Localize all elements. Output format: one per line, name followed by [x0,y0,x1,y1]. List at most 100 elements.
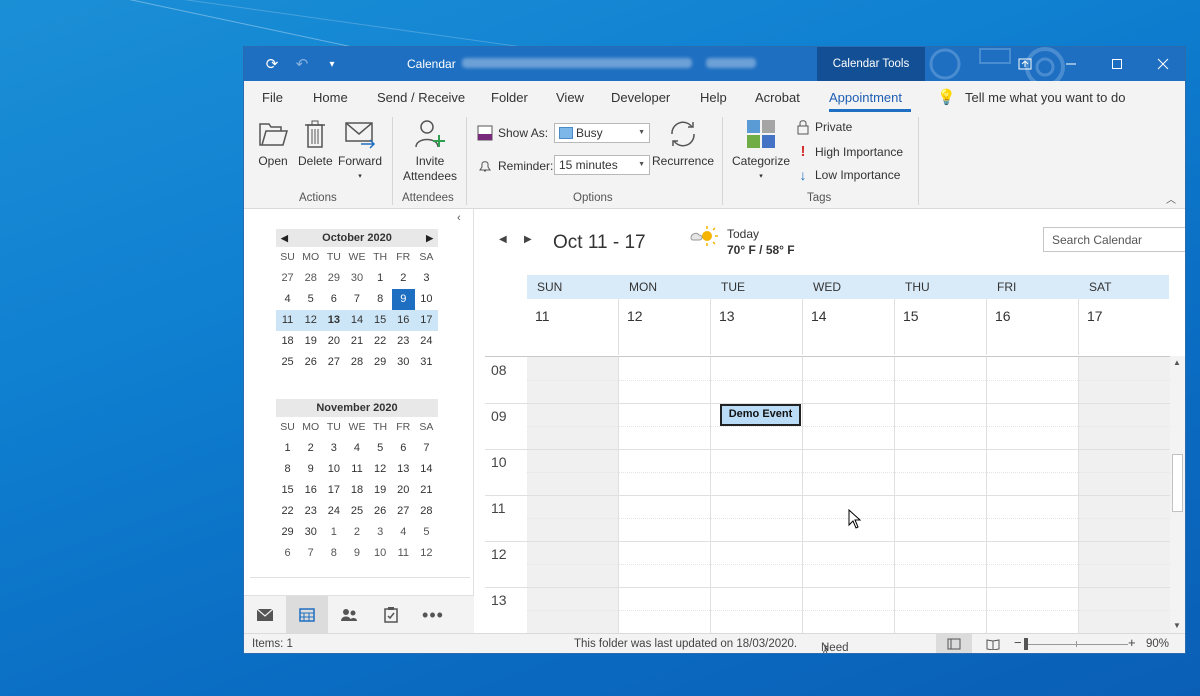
mini-calendar-day[interactable]: 11 [276,310,299,331]
mini-calendar-day[interactable]: 4 [345,438,368,459]
close-button[interactable] [1140,47,1185,81]
tasks-module-button[interactable] [370,596,412,634]
tab-help[interactable]: Help [700,90,727,105]
low-importance-toggle[interactable]: ↓ Low Importance [796,167,901,183]
normal-view-button[interactable] [936,634,972,653]
mini-calendar-day[interactable]: 2 [299,438,322,459]
mini-calendar-day[interactable]: 19 [369,480,392,501]
zoom-slider-thumb[interactable] [1024,638,1028,650]
mini-calendar-day[interactable]: 9 [345,543,368,564]
mini-calendar-day[interactable]: 15 [369,310,392,331]
tell-me-search[interactable]: Tell me what you want to do [965,90,1125,105]
show-as-select[interactable]: Busy ▼ [554,123,650,143]
mini-calendar-day[interactable]: 17 [322,480,345,501]
day-number-cell[interactable]: 11 [527,299,619,355]
mini-calendar-day[interactable]: 6 [276,543,299,564]
week-row[interactable]: 4 5 6 7 8 9 10 [276,289,438,310]
mini-calendar-day[interactable]: 31 [415,352,438,373]
mini-calendar-day[interactable]: 29 [369,352,392,373]
day-number-cell[interactable]: 15 [895,299,987,355]
tab-developer[interactable]: Developer [611,90,670,105]
ribbon-display-options-button[interactable] [1002,47,1048,81]
mini-calendar-day[interactable]: 3 [415,268,438,289]
mini-calendar-day[interactable]: 5 [299,289,322,310]
mini-calendar-day[interactable]: 9 [299,459,322,480]
week-row[interactable]: 25 26 27 28 29 30 31 [276,352,438,373]
day-number-cell[interactable]: 13 [711,299,803,355]
day-number-cell[interactable]: 16 [987,299,1079,355]
mini-calendar-day[interactable]: 30 [299,522,322,543]
mini-calendar-day[interactable]: 7 [415,438,438,459]
mini-calendar-day[interactable]: 21 [345,331,368,352]
mini-calendar-day[interactable]: 23 [392,331,415,352]
mini-calendar-day[interactable]: 8 [369,289,392,310]
categorize-button[interactable]: Categorize ▾ [730,117,792,184]
mini-calendar-day[interactable]: 22 [369,331,392,352]
week-row[interactable]: 8 9 10 11 12 13 14 [276,459,438,480]
mini-calendar-day[interactable]: 29 [322,268,345,289]
mini-calendar-day[interactable]: 16 [392,310,415,331]
mini-calendar-day[interactable]: 29 [276,522,299,543]
week-row[interactable]: 6 7 8 9 10 11 12 [276,543,438,564]
mini-calendar-day[interactable]: 9 [391,289,415,310]
mini-calendar-day[interactable]: 10 [415,289,438,310]
mini-calendar-day[interactable]: 18 [345,480,368,501]
tab-file[interactable]: File [262,90,283,105]
zoom-out-button[interactable]: − [1014,635,1022,650]
mail-module-button[interactable] [244,596,286,634]
day-number-cell[interactable]: 14 [803,299,895,355]
mini-calendar-day[interactable]: 20 [392,480,415,501]
day-number-cell[interactable]: 17 [1079,299,1171,355]
mini-calendar-day[interactable]: 1 [369,268,392,289]
tab-home[interactable]: Home [313,90,348,105]
zoom-in-button[interactable]: + [1128,635,1136,650]
mini-calendar-day[interactable]: 28 [299,268,322,289]
mini-calendar-day[interactable]: 5 [369,438,392,459]
scroll-down-icon[interactable]: ▼ [1173,621,1181,630]
mini-calendar-day[interactable]: 12 [415,543,438,564]
collapse-ribbon-icon[interactable]: ︿ [1166,191,1176,206]
collapse-pane-icon[interactable]: ‹ [457,212,461,224]
mini-calendar-day[interactable]: 14 [415,459,438,480]
mini-calendar-day[interactable]: 23 [299,501,322,522]
invite-attendees-button[interactable]: Invite Attendees [400,117,460,184]
mini-calendar-day[interactable]: 1 [322,522,345,543]
mini-calendar-day[interactable]: 7 [299,543,322,564]
mini-calendar-day[interactable]: 21 [415,480,438,501]
quick-access-dropdown-icon[interactable]: ▾ [321,54,343,74]
mini-calendar-day[interactable]: 20 [322,331,345,352]
mini-calendar-day[interactable]: 18 [276,331,299,352]
vertical-scrollbar[interactable]: ▲ ▼ [1170,356,1185,633]
mini-calendar-day[interactable]: 19 [299,331,322,352]
week-row[interactable]: 15 16 17 18 19 20 21 [276,480,438,501]
people-module-button[interactable] [328,596,370,634]
week-row[interactable]: 1234567 [276,438,438,459]
search-calendar-input[interactable]: Search Calendar [1043,227,1185,252]
high-importance-toggle[interactable]: ! High Importance [796,143,904,160]
forward-button[interactable]: Forward ▾ [338,117,382,184]
mini-calendar-day[interactable]: 12 [369,459,392,480]
tab-view[interactable]: View [556,90,584,105]
scrollbar-thumb[interactable] [1172,454,1183,512]
mini-calendar-day[interactable]: 26 [299,352,322,373]
mini-calendar-day[interactable]: 10 [369,543,392,564]
reminder-select[interactable]: 15 minutes ▼ [554,155,650,175]
mini-calendar-day[interactable]: 16 [299,480,322,501]
mini-calendar-day[interactable]: 30 [345,268,368,289]
mini-calendar-day[interactable]: 28 [345,352,368,373]
mini-calendar-day[interactable]: 28 [415,501,438,522]
calendar-module-button[interactable] [286,596,328,634]
mini-calendar-day[interactable]: 26 [369,501,392,522]
mini-calendar-day[interactable]: 6 [322,289,345,310]
previous-week-button[interactable]: ◀ [499,234,507,245]
mini-calendar-day[interactable]: 7 [345,289,368,310]
tab-folder[interactable]: Folder [491,90,528,105]
scroll-up-icon[interactable]: ▲ [1173,358,1181,367]
delete-button[interactable]: Delete [298,117,333,169]
open-button[interactable]: Open [256,117,290,169]
week-row[interactable]: 29 30 1 2 3 4 5 [276,522,438,543]
mini-calendar-day[interactable]: 25 [276,352,299,373]
mini-calendar-day[interactable]: 2 [345,522,368,543]
mini-calendar-day[interactable]: 13 [392,459,415,480]
mini-calendar-day[interactable]: 11 [345,459,368,480]
